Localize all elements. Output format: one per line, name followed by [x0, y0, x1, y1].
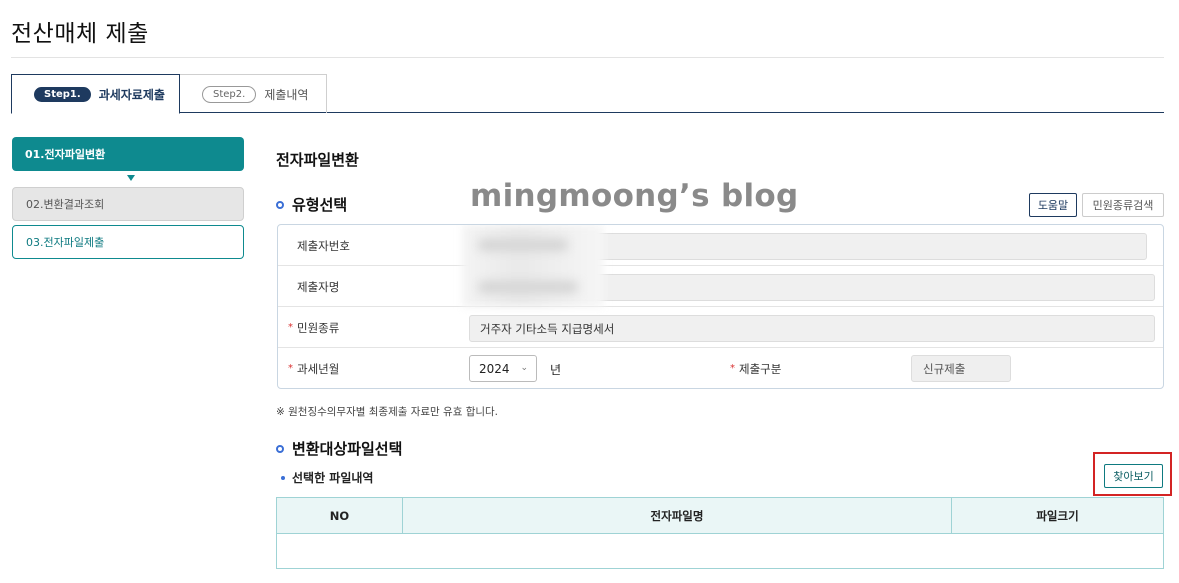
- side-nav-file-convert[interactable]: 01.전자파일변환: [12, 137, 244, 171]
- petition-type-label-text: 민원종류: [297, 320, 340, 335]
- tab-step1-label: 과세자료제출: [98, 87, 165, 102]
- tax-year-label: * 과세년월: [278, 348, 462, 388]
- side-nav-convert-result[interactable]: 02.변환결과조회: [12, 187, 244, 221]
- type-select-heading-text: 유형선택: [292, 196, 348, 214]
- dot-bullet-icon: [281, 475, 285, 480]
- browse-button[interactable]: 찾아보기: [1104, 464, 1163, 488]
- blog-watermark: mingmoong’s blog: [470, 178, 799, 214]
- petition-type-row: * 민원종류 거주자 기타소득 지급명세서: [278, 307, 1163, 348]
- redacted-blur: [462, 225, 604, 307]
- notice-text: ※ 원천징수의무자별 최종제출 자료만 유효 합니다.: [276, 406, 499, 418]
- redacted-bar: [478, 239, 568, 251]
- ring-bullet-icon: [276, 200, 284, 209]
- side-nav-file-submit[interactable]: 03.전자파일제출: [12, 225, 244, 259]
- selected-files-label: 선택한 파일내역: [292, 471, 374, 485]
- tab-step1[interactable]: Step1. 과세자료제출: [11, 74, 180, 114]
- col-header-filename: 전자파일명: [403, 498, 952, 534]
- petition-type-search-button[interactable]: 민원종류검색: [1082, 193, 1164, 217]
- submitter-no-label: 제출자번호: [297, 238, 350, 253]
- required-mark: *: [730, 363, 735, 374]
- step-tabs: Step1. 과세자료제출 Step2. 제출내역: [11, 74, 1164, 114]
- side-nav-down-arrow-icon: [127, 175, 135, 181]
- step2-badge: Step2.: [202, 85, 257, 103]
- type-select-form: 제출자번호 제출자명 * 민원종류 거주자 기타소득 지급명세서 * 과세년월 …: [277, 224, 1164, 389]
- submit-type-field: 신규제출: [911, 355, 1011, 382]
- tax-year-row: * 과세년월 2024 ⌄ 년 * 제출구분 신규제출: [278, 348, 1163, 388]
- tab-step2[interactable]: Step2. 제출내역: [180, 74, 327, 113]
- convert-file-heading-text: 변환대상파일선택: [292, 440, 403, 458]
- help-button[interactable]: 도움말: [1029, 193, 1077, 217]
- convert-file-heading: 변환대상파일선택: [276, 438, 402, 459]
- submitter-name-row: 제출자명: [278, 266, 1163, 307]
- submitter-name-label: 제출자명: [297, 279, 340, 294]
- submit-type-label: * 제출구분: [720, 348, 782, 388]
- col-header-no: NO: [277, 498, 403, 534]
- page-title: 전산매체 제출: [11, 21, 149, 47]
- table-header: NO 전자파일명 파일크기: [277, 498, 1163, 534]
- title-divider: [11, 57, 1164, 58]
- ring-bullet-icon: [276, 444, 284, 453]
- section-title: 전자파일변환: [276, 151, 359, 169]
- year-unit: 년: [550, 363, 562, 377]
- step1-badge: Step1.: [34, 86, 91, 102]
- selected-files-table: NO 전자파일명 파일크기: [276, 497, 1164, 569]
- tax-year-select[interactable]: 2024 ⌄: [469, 355, 537, 382]
- submit-type-label-text: 제출구분: [739, 361, 782, 376]
- selected-files-heading: 선택한 파일내역: [281, 469, 373, 486]
- type-select-heading: 유형선택: [276, 194, 347, 215]
- redacted-bar: [478, 281, 578, 293]
- required-mark: *: [288, 363, 293, 374]
- col-header-filesize: 파일크기: [1036, 509, 1079, 523]
- petition-type-field: 거주자 기타소득 지급명세서: [469, 315, 1155, 342]
- petition-type-label: * 민원종류: [278, 307, 462, 348]
- submitter-no-row: 제출자번호: [278, 225, 1163, 266]
- required-mark: *: [288, 322, 293, 333]
- tab-step2-label: 제출내역: [264, 87, 309, 102]
- tax-year-value: 2024: [479, 361, 510, 376]
- tax-year-label-text: 과세년월: [297, 361, 340, 376]
- chevron-down-icon: ⌄: [520, 363, 528, 373]
